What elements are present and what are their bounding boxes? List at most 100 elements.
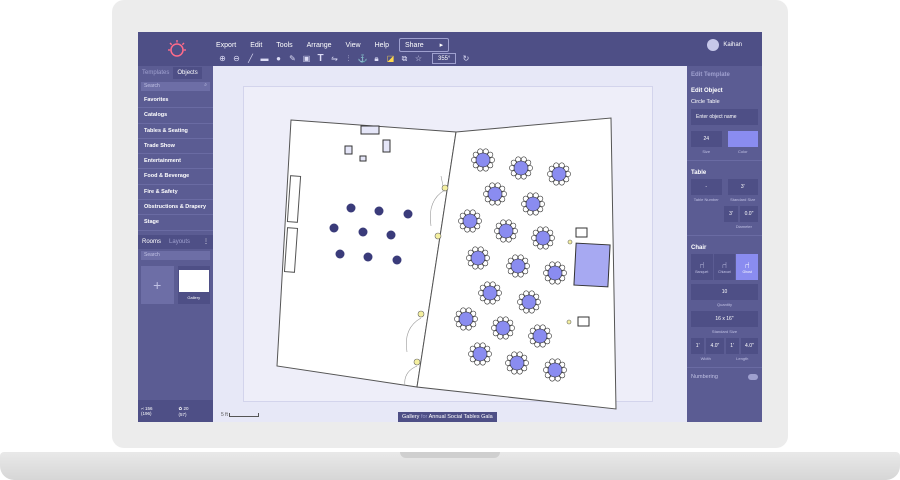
add-room-button[interactable]: +: [141, 265, 174, 304]
room-thumb-gallery[interactable]: Gallery: [177, 265, 210, 304]
star-icon[interactable]: ☆: [412, 54, 425, 64]
banquet-table[interactable]: [458, 209, 482, 233]
tab-templates[interactable]: Templates: [138, 67, 173, 79]
circle-tool-icon[interactable]: ●: [272, 54, 285, 64]
rotation-input[interactable]: 355°: [432, 53, 457, 64]
banquet-table[interactable]: [494, 219, 518, 243]
lounge-sofa: [360, 125, 380, 135]
banquet-table[interactable]: [505, 351, 529, 375]
zoom-in-icon[interactable]: ⊕: [216, 54, 229, 64]
rectangle-tool-icon[interactable]: ▬: [258, 54, 271, 64]
category-obstructions-drapery[interactable]: Obstructions & Drapery: [138, 200, 213, 216]
scale-indicator: 5 ft: [221, 412, 260, 418]
category-trade-show[interactable]: Trade Show: [138, 139, 213, 155]
line-tool-icon[interactable]: ╱: [244, 54, 257, 64]
length-ft-input[interactable]: 1': [725, 338, 739, 354]
room-name: Gallery: [402, 414, 420, 420]
chair-type-ghost[interactable]: ⑁ Ghost: [736, 254, 759, 280]
category-food-beverage[interactable]: Food & Beverage: [138, 169, 213, 185]
numbering-toggle[interactable]: [747, 374, 758, 380]
chair-icon: ⑁: [721, 260, 728, 270]
objects-search-input[interactable]: Search ⌕: [141, 82, 210, 91]
table-count-value: 20: [183, 405, 189, 411]
category-favorites[interactable]: Favorites: [138, 93, 213, 109]
banquet-table[interactable]: [454, 307, 478, 331]
table-top: [475, 152, 491, 168]
menu-arrange[interactable]: Arrange: [307, 42, 332, 49]
banquet-table[interactable]: [466, 246, 490, 270]
table-top: [535, 230, 551, 246]
diameter-ft-input[interactable]: 3': [724, 206, 738, 222]
banquet-table[interactable]: [521, 192, 545, 216]
size-input[interactable]: 24: [691, 131, 722, 147]
object-name-input[interactable]: Enter object name: [691, 109, 758, 125]
category-entertainment[interactable]: Entertainment: [138, 154, 213, 170]
align-icon[interactable]: ⫶: [342, 54, 355, 64]
highlight-icon[interactable]: ◪: [384, 54, 397, 64]
chair-size-select[interactable]: 16 x 16": [691, 311, 758, 327]
stage: [573, 242, 611, 288]
banquet-table[interactable]: [531, 226, 555, 250]
logo-icon[interactable]: [166, 38, 188, 60]
category-fire-safety[interactable]: Fire & Safety: [138, 185, 213, 201]
text-tool-icon[interactable]: T: [314, 53, 327, 64]
banquet-table[interactable]: [509, 156, 533, 180]
banquet-table[interactable]: [528, 324, 552, 348]
banquet-table[interactable]: [478, 281, 502, 305]
banquet-table[interactable]: [517, 290, 541, 314]
menu-export[interactable]: Export: [216, 42, 236, 49]
table-top: [513, 160, 529, 176]
category-tables-seating[interactable]: Tables & Seating: [138, 124, 213, 139]
image-tool-icon[interactable]: ▣: [300, 54, 313, 64]
length-label: Length: [736, 356, 749, 361]
pen-tool-icon[interactable]: ✎: [286, 54, 299, 64]
table-number-input[interactable]: -: [691, 179, 722, 195]
size-label: Size: [702, 149, 711, 154]
left-panel: Templates Objects Search ⌕ Favorites Cat…: [138, 66, 213, 422]
banquet-table[interactable]: [471, 148, 495, 172]
banquet-table[interactable]: [506, 254, 530, 278]
menu-tools[interactable]: Tools: [276, 42, 292, 49]
table-top: [487, 186, 503, 202]
app-screen: Export Edit Tools Arrange View Help Shar…: [138, 32, 762, 422]
color-swatch[interactable]: [727, 131, 758, 147]
duplicate-icon[interactable]: ⧉: [398, 54, 411, 64]
menu-view[interactable]: View: [346, 42, 361, 49]
quantity-input[interactable]: 10: [691, 284, 758, 300]
divider: [687, 235, 762, 236]
banquet-table[interactable]: [483, 182, 507, 206]
length-in-input[interactable]: 4.0": [740, 338, 758, 354]
standard-size-select[interactable]: 3': [727, 179, 758, 195]
tab-rooms[interactable]: Rooms: [138, 235, 166, 248]
category-catalogs[interactable]: Catalogs: [138, 108, 213, 124]
share-button[interactable]: Share ▸: [399, 38, 450, 52]
width-ft-input[interactable]: 1': [691, 338, 705, 354]
more-icon[interactable]: ⋮: [203, 238, 209, 245]
banquet-table[interactable]: [543, 358, 567, 382]
flip-icon[interactable]: ⇋: [328, 54, 341, 64]
tab-objects[interactable]: Objects: [173, 67, 202, 79]
rooms-search-input[interactable]: Search: [141, 250, 210, 260]
lock-icon[interactable]: 🔒︎: [370, 54, 383, 64]
category-stage[interactable]: Stage: [138, 215, 213, 231]
color-label: Color: [737, 149, 748, 154]
width-in-input[interactable]: 4.0": [706, 338, 724, 354]
anchor-icon[interactable]: ⚓: [356, 54, 369, 64]
chair-icon: ⑁: [744, 260, 750, 270]
chair-type-banquet[interactable]: ⑁ Banquet: [691, 254, 713, 280]
rotate-icon[interactable]: ↻: [459, 54, 472, 64]
chair-type-label: Banquet: [695, 270, 709, 274]
banquet-table[interactable]: [491, 316, 515, 340]
chair-type-chiavari[interactable]: ⑁ Chiavari: [713, 254, 736, 280]
floorplan-canvas[interactable]: 5 ft Gallery for Annual Social Tables Ga…: [213, 66, 687, 422]
banquet-table[interactable]: [547, 162, 571, 186]
edit-template-tab[interactable]: Edit Template: [691, 69, 758, 81]
menu-help[interactable]: Help: [375, 42, 389, 49]
banquet-table[interactable]: [543, 261, 567, 285]
zoom-out-icon[interactable]: ⊖: [230, 54, 243, 64]
menu-edit[interactable]: Edit: [250, 42, 262, 49]
tab-layouts[interactable]: Layouts: [165, 236, 194, 248]
banquet-table[interactable]: [468, 342, 492, 366]
diameter-in-input[interactable]: 0.0": [740, 206, 758, 222]
user-menu[interactable]: Kaihan: [707, 39, 742, 51]
